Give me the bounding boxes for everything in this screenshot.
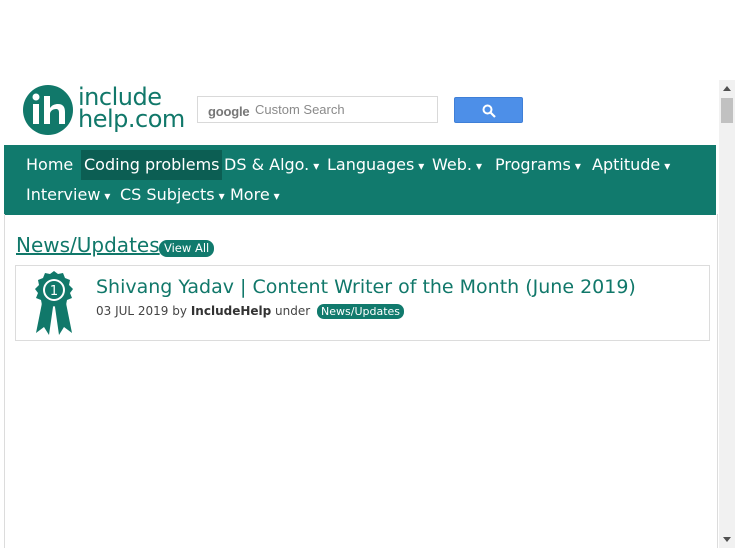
nav-item-label: Interview	[26, 185, 101, 204]
article-by: by	[172, 304, 187, 318]
search-button[interactable]	[454, 97, 523, 123]
search-box[interactable]: google	[197, 96, 438, 123]
chevron-down-icon: ▾	[574, 159, 581, 173]
nav-item-label: CS Subjects	[120, 185, 215, 204]
search-input[interactable]	[255, 100, 430, 119]
page-scrollbar[interactable]	[719, 80, 735, 548]
article-meta: 03 JUL 2019 by IncludeHelp under News/Up…	[96, 303, 405, 320]
nav-item-programs[interactable]: Programs ▾	[492, 150, 584, 180]
logo-mark-icon	[23, 85, 73, 135]
article-card: 1 Shivang Yadav | Content Writer of the …	[15, 265, 710, 341]
chevron-down-icon: ▾	[664, 159, 671, 173]
chevron-down-icon: ▾	[104, 189, 111, 203]
scroll-thumb[interactable]	[721, 98, 733, 123]
nav-item-label: Programs	[495, 155, 571, 174]
article-under: under	[275, 304, 311, 318]
article-date: 03 JUL 2019	[96, 304, 169, 318]
site-logo[interactable]: include help.com	[22, 84, 187, 136]
nav-item-web[interactable]: Web. ▾	[429, 150, 485, 180]
nav-item-label: Web.	[432, 155, 472, 174]
search-icon	[482, 104, 496, 118]
nav-item-more[interactable]: More ▾	[227, 180, 283, 210]
logo-text: include help.com	[78, 85, 185, 133]
article-category-tag[interactable]: News/Updates	[317, 304, 405, 319]
logo-text-line2: help.com	[78, 105, 185, 133]
article-author[interactable]: IncludeHelp	[191, 304, 271, 318]
nav-item-aptitude[interactable]: Aptitude ▾	[589, 150, 673, 180]
nav-item-label: Languages	[327, 155, 415, 174]
nav-item-label: More	[230, 185, 270, 204]
main-nav: Home Coding problems DS & Algo. ▾ Languag…	[4, 145, 716, 215]
nav-item-coding-problems[interactable]: Coding problems	[81, 150, 223, 180]
award-ribbon-icon: 1	[35, 271, 73, 335]
nav-item-label: DS & Algo.	[224, 155, 310, 174]
nav-item-cs-subjects[interactable]: CS Subjects ▾	[117, 180, 228, 210]
nav-item-home[interactable]: Home	[23, 150, 76, 180]
scroll-up-arrow-icon[interactable]	[719, 80, 735, 96]
nav-item-label: Coding problems	[84, 155, 220, 174]
nav-item-ds-algo[interactable]: DS & Algo. ▾	[221, 150, 322, 180]
nav-item-interview[interactable]: Interview ▾	[23, 180, 113, 210]
chevron-down-icon: ▾	[313, 159, 320, 173]
chevron-down-icon: ▾	[273, 189, 280, 203]
section-title[interactable]: News/Updates	[16, 231, 160, 259]
view-all-button[interactable]: View All	[159, 240, 215, 257]
badge-number: 1	[50, 284, 58, 299]
scroll-down-arrow-icon[interactable]	[719, 532, 735, 548]
article-title-link[interactable]: Shivang Yadav | Content Writer of the Mo…	[96, 274, 636, 300]
google-label: google	[208, 104, 250, 119]
chevron-down-icon: ▾	[218, 189, 225, 203]
nav-item-languages[interactable]: Languages ▾	[324, 150, 427, 180]
nav-item-label: Home	[26, 155, 74, 174]
chevron-down-icon: ▾	[418, 159, 425, 173]
chevron-down-icon: ▾	[475, 159, 482, 173]
nav-item-label: Aptitude	[592, 155, 661, 174]
